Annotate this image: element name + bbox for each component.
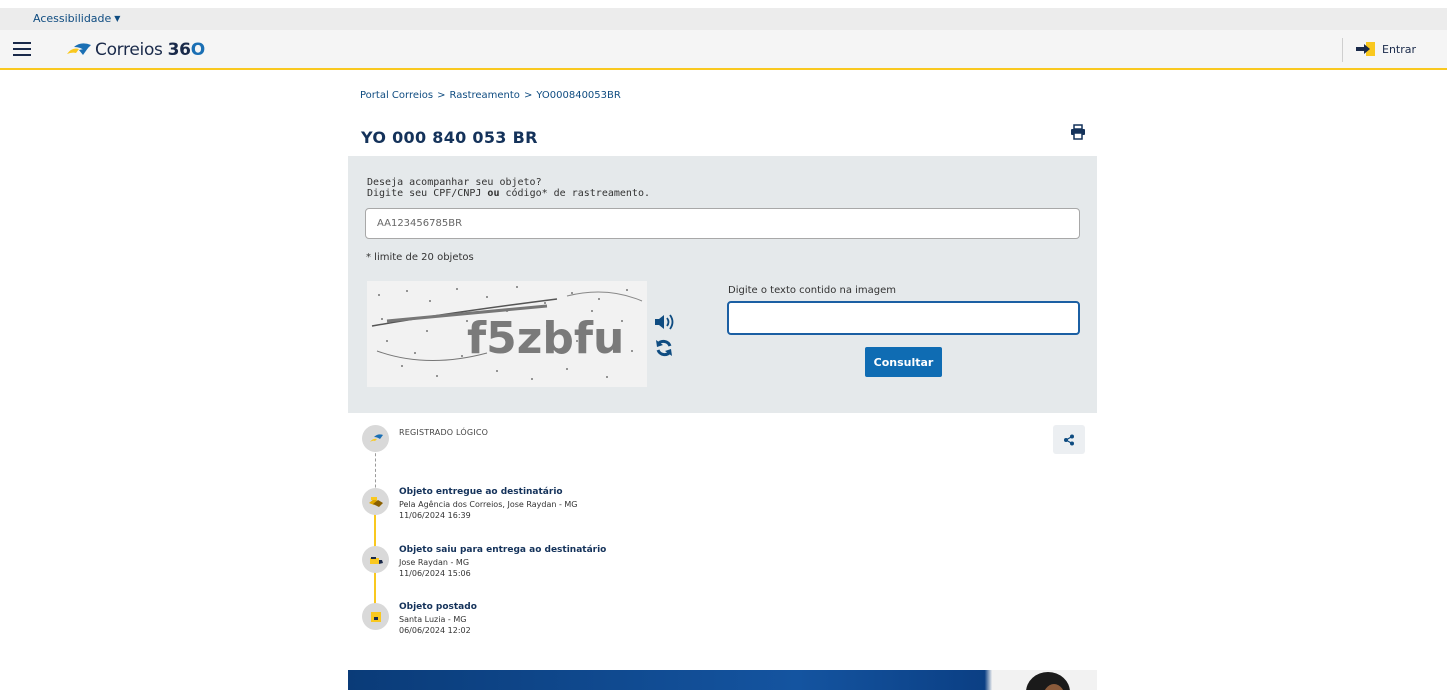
logo-text: Correios <box>95 40 163 60</box>
event-datetime: 06/06/2024 12:02 <box>399 626 471 635</box>
event-datetime: 11/06/2024 16:39 <box>399 511 471 520</box>
caret-down-icon: ▼ <box>114 14 121 23</box>
event-title: REGISTRADO LÓGICO <box>399 428 489 437</box>
event-datetime: 11/06/2024 15:06 <box>399 569 471 578</box>
event-delivered-icon <box>362 488 389 515</box>
login-button[interactable]: Entrar <box>1355 41 1416 57</box>
hamburger-menu-icon[interactable] <box>13 42 31 56</box>
breadcrumb-separator: > <box>523 90 533 101</box>
header-divider <box>1342 38 1343 62</box>
login-arrow-icon <box>1356 42 1375 56</box>
tracking-prompt: Deseja acompanhar seu objeto? Digite seu… <box>367 177 650 199</box>
event-details: Santa Luzia - MG 06/06/2024 12:02 <box>399 614 471 636</box>
limit-note: * limite de 20 objetos <box>366 252 474 263</box>
event-posted-icon <box>362 603 389 630</box>
prompt-line2-pre: Digite seu CPF/CNPJ <box>367 188 488 199</box>
accessibility-menu[interactable]: Acessibilidade ▼ <box>33 12 120 25</box>
accessibility-bar: Acessibilidade ▼ <box>0 8 1447 30</box>
prompt-line1: Deseja acompanhar seu objeto? <box>367 177 542 188</box>
login-label: Entrar <box>1382 42 1417 56</box>
correios-logo-icon <box>67 43 91 55</box>
logo-number-prefix: 36 <box>167 40 191 60</box>
event-title: Objeto saiu para entrega ao destinatário <box>399 545 607 555</box>
refresh-icon[interactable] <box>654 338 674 358</box>
logo-number: 36O <box>167 40 206 60</box>
breadcrumb-separator: > <box>437 90 446 101</box>
breadcrumb-item-portal[interactable]: Portal Correios <box>360 90 433 101</box>
share-button[interactable] <box>1053 425 1085 454</box>
prompt-line2-bold: ou <box>487 188 500 199</box>
captcha-image: f5zbfu <box>367 281 647 387</box>
event-details: Jose Raydan - MG 11/06/2024 15:06 <box>399 557 471 579</box>
captcha-input[interactable] <box>727 301 1080 335</box>
tracking-search-panel: Deseja acompanhar seu objeto? Digite seu… <box>348 156 1097 413</box>
event-title: Objeto entregue ao destinatário <box>399 487 563 497</box>
accessibility-label: Acessibilidade <box>33 12 112 25</box>
promo-banner[interactable] <box>348 670 1097 690</box>
captcha-label: Digite o texto contido na imagem <box>728 285 897 296</box>
consult-button[interactable]: Consultar <box>865 347 942 377</box>
prompt-line2-post: código* de rastreamento. <box>499 188 650 199</box>
breadcrumb-item-code[interactable]: YO000840053BR <box>536 90 621 101</box>
correios-logo[interactable]: Correios 36O <box>64 38 205 62</box>
prompt-line2: Digite seu CPF/CNPJ ou código* de rastre… <box>367 188 650 199</box>
breadcrumb: Portal Correios > Rastreamento > YO000840053… <box>360 90 621 101</box>
event-location: Santa Luzia - MG <box>399 615 467 624</box>
page-title: YO 000 840 053 BR <box>361 128 538 147</box>
captcha-text: f5zbfu <box>467 313 624 364</box>
site-header: Correios 36O Entrar <box>0 30 1447 70</box>
event-details: Pela Agência dos Correios, Jose Raydan -… <box>399 499 578 521</box>
event-registered-icon <box>362 425 389 452</box>
tracking-code-input[interactable] <box>365 208 1080 239</box>
sound-icon[interactable] <box>653 313 677 331</box>
share-icon <box>1064 434 1074 445</box>
event-location: Pela Agência dos Correios, Jose Raydan -… <box>399 500 578 509</box>
logo-number-suffix: O <box>190 40 205 60</box>
banner-person-image <box>1026 672 1070 690</box>
event-out-for-delivery-icon <box>362 546 389 573</box>
breadcrumb-item-rastreamento[interactable]: Rastreamento <box>450 90 520 101</box>
event-title: Objeto postado <box>399 602 477 612</box>
event-location: Jose Raydan - MG <box>399 558 470 567</box>
print-icon[interactable] <box>1070 124 1086 140</box>
